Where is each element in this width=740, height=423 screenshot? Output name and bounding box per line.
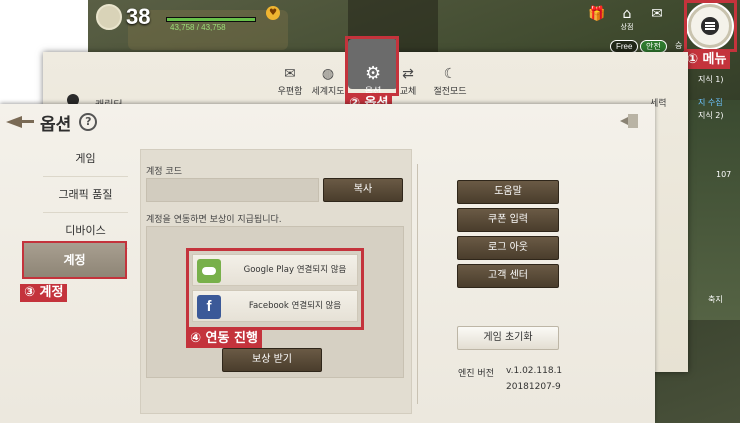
- nav-item-account[interactable]: 계정: [22, 241, 127, 279]
- gift-icon[interactable]: 🎁: [584, 6, 610, 30]
- options-dialog: 옵션 ? 게임 그래픽 품질 디바이스 계정 계정 코드 복사 계정을 연동하면…: [0, 104, 655, 423]
- heart-icon[interactable]: ♥: [266, 6, 280, 20]
- quest-text: 지식 1): [698, 75, 724, 84]
- highlight-options: [345, 36, 399, 96]
- coupon-button[interactable]: 쿠폰 입력: [457, 208, 559, 232]
- annotation-step3: ③ 계정: [20, 284, 68, 302]
- shop-button[interactable]: ⌂ 상점: [614, 6, 640, 31]
- globe-icon: ◍: [321, 66, 335, 82]
- link-notice: 계정을 연동하면 보상이 지급됩니다.: [146, 215, 282, 225]
- customer-center-button[interactable]: 고객 센터: [457, 264, 559, 288]
- level-emblem-icon: [96, 4, 122, 30]
- quest-text: 지식 2): [698, 111, 724, 120]
- swap-user-icon: ⇄: [402, 66, 414, 82]
- hp-bar: [166, 17, 256, 22]
- divider: [417, 164, 418, 404]
- account-code-field[interactable]: [146, 178, 319, 202]
- exit-icon[interactable]: [620, 114, 638, 128]
- quest-button[interactable]: 축지: [708, 294, 723, 305]
- options-header: 옵션 ?: [6, 110, 98, 135]
- back-arrow-icon[interactable]: [6, 115, 34, 129]
- menu-item-label: 절전모드: [433, 87, 467, 97]
- menu-item-world-map[interactable]: ◍ 세계지도: [306, 66, 350, 97]
- help-icon[interactable]: ?: [79, 113, 98, 131]
- annotation-step4: ④ 연동 진행: [186, 330, 262, 348]
- top-hud: 38 43,758 / 43,758 ♥ 🎁 ⌂ 상점 ✉: [88, 0, 740, 36]
- claim-reward-button[interactable]: 보상 받기: [222, 348, 322, 372]
- mail-icon: ✉: [284, 66, 296, 82]
- build-number: 20181207-9: [506, 382, 561, 392]
- hp-gauge: 43,758 / 43,758: [166, 9, 256, 32]
- highlight-menu: [684, 0, 737, 52]
- logout-button[interactable]: 로그 아웃: [457, 236, 559, 260]
- menu-item-label: 세계지도: [311, 87, 345, 97]
- game-reset-button[interactable]: 게임 초기화: [457, 326, 559, 350]
- quest-counter: 107: [716, 170, 732, 179]
- mail-notify-icon[interactable]: ✉: [644, 6, 670, 30]
- menu-item-power-save[interactable]: ☾ 절전모드: [428, 66, 472, 97]
- quest-text: 지 수집: [698, 98, 723, 107]
- power-save-icon: ☾: [443, 66, 457, 82]
- shop-label: 상점: [620, 23, 634, 31]
- highlight-linking: [186, 248, 364, 330]
- hp-text: 43,758 / 43,758: [170, 23, 226, 32]
- account-code-label: 계정 코드: [146, 167, 182, 177]
- hp-fill: [167, 18, 255, 21]
- nav-item-graphics[interactable]: 그래픽 품질: [43, 177, 128, 213]
- shop-icon: ⌂: [622, 6, 632, 22]
- engine-version-label: 엔진 버전: [458, 369, 494, 379]
- page-title: 옵션: [40, 114, 72, 135]
- copy-button[interactable]: 복사: [323, 178, 403, 202]
- help-button[interactable]: 도움말: [457, 180, 559, 204]
- annotation-step1: ① 메뉴: [683, 51, 731, 69]
- player-level: 38: [126, 4, 151, 29]
- nav-item-game[interactable]: 게임: [43, 141, 128, 177]
- engine-version: v.1.02.118.1: [506, 366, 563, 376]
